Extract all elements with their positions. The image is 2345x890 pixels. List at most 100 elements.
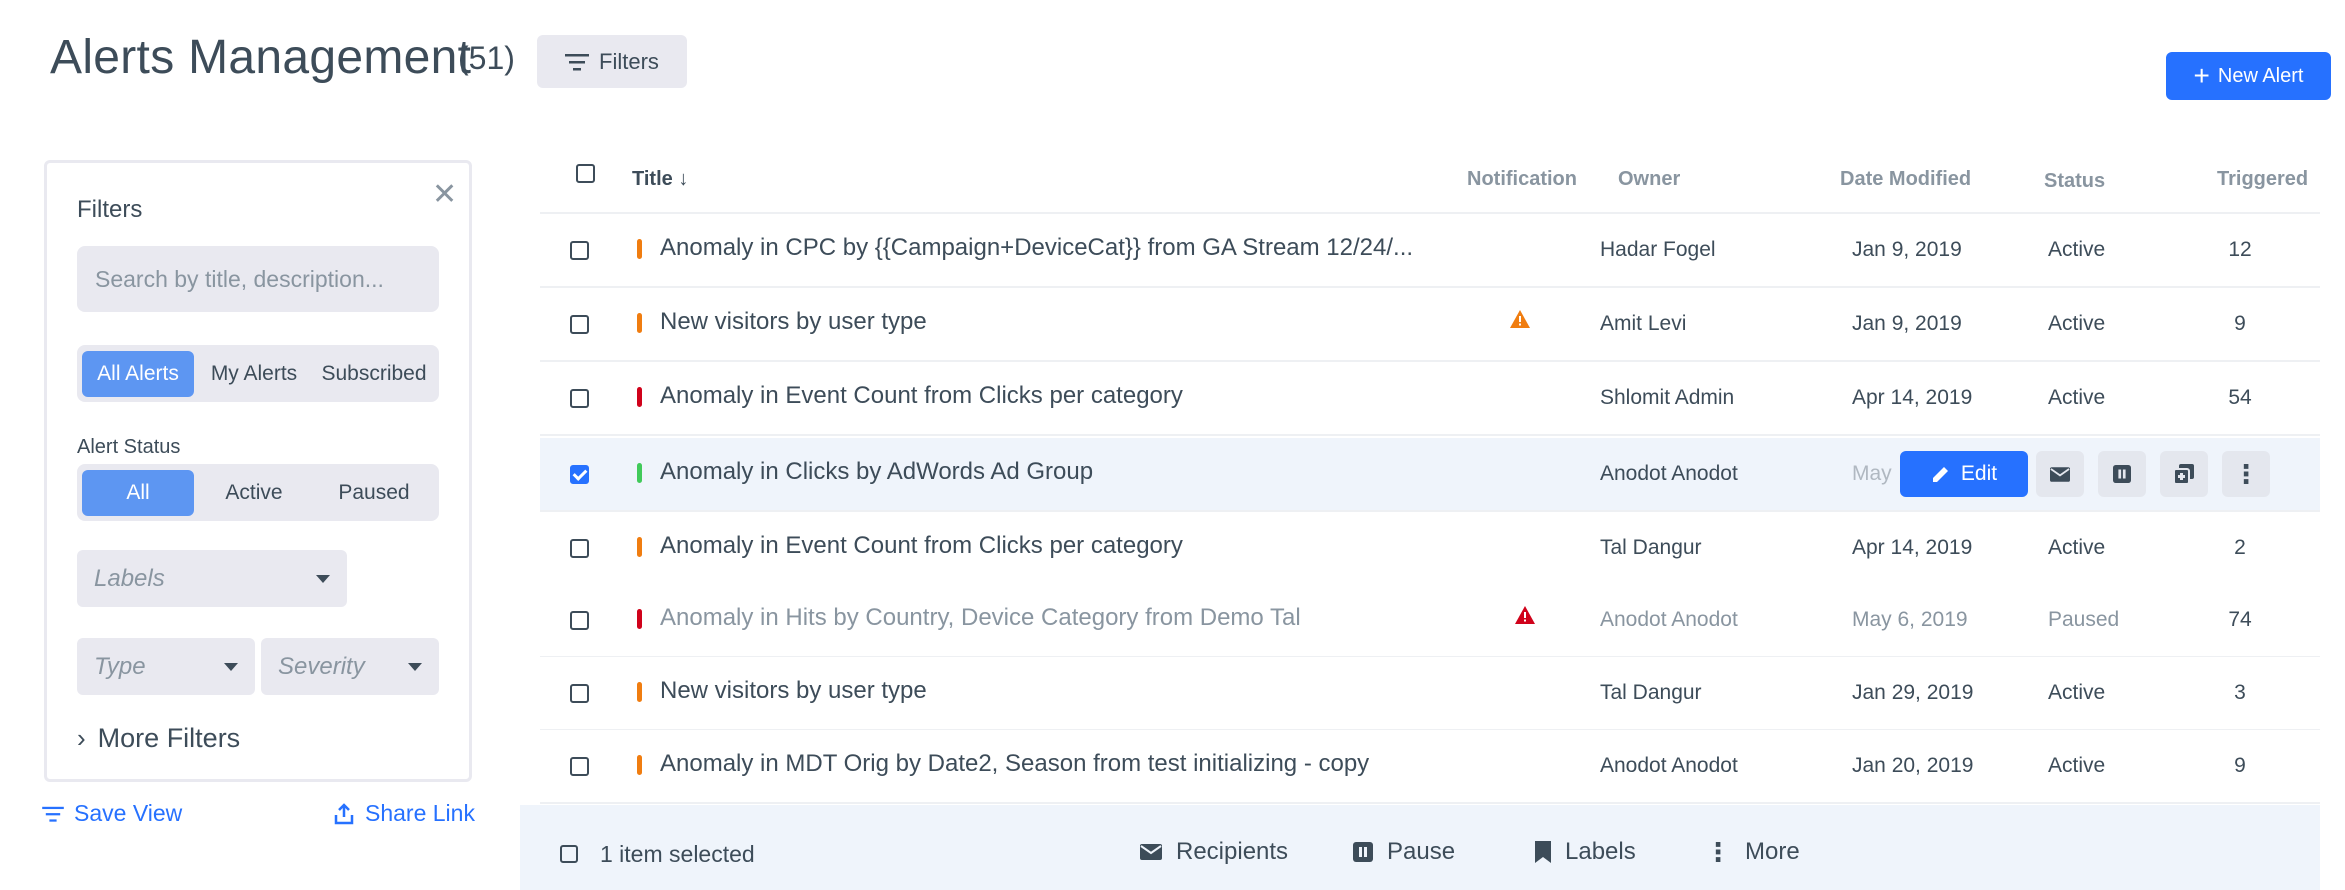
column-header-triggered[interactable]: Triggered bbox=[2217, 168, 2308, 191]
save-view-label: Save View bbox=[74, 800, 183, 826]
pause-label: Pause bbox=[1387, 838, 1456, 865]
recipients-button[interactable] bbox=[2036, 451, 2084, 497]
row-checkbox[interactable] bbox=[570, 757, 589, 776]
alert-triggered-count: 3 bbox=[2234, 681, 2246, 704]
column-header-notification[interactable]: Notification bbox=[1467, 168, 1577, 191]
duplicate-button[interactable] bbox=[2160, 451, 2208, 497]
filter-panel: Filters ✕ All Alerts My Alerts Subscribe… bbox=[44, 160, 472, 782]
severity-indicator bbox=[637, 755, 642, 775]
new-alert-button[interactable]: + New Alert bbox=[2166, 52, 2331, 100]
more-options-button[interactable]: ⋮ bbox=[2222, 451, 2270, 497]
row-checkbox[interactable] bbox=[570, 389, 589, 408]
chevron-down-icon bbox=[224, 662, 238, 671]
close-icon[interactable]: ✕ bbox=[432, 177, 457, 212]
alert-owner: Amit Levi bbox=[1600, 312, 1687, 335]
row-checkbox[interactable] bbox=[570, 611, 589, 630]
alert-triggered-count: 9 bbox=[2234, 312, 2246, 335]
pause-button[interactable] bbox=[2098, 451, 2146, 497]
labels-label: Labels bbox=[1565, 838, 1636, 865]
alert-date-modified: Apr 14, 2019 bbox=[1852, 386, 1973, 409]
chevron-down-icon bbox=[408, 662, 422, 671]
row-checkbox[interactable] bbox=[570, 315, 589, 334]
alert-title[interactable]: Anomaly in Clicks by AdWords Ad Group bbox=[660, 458, 1093, 486]
alert-title[interactable]: Anomaly in CPC by {{Campaign+DeviceCat}}… bbox=[660, 234, 1413, 262]
table-row[interactable]: Anomaly in Clicks by AdWords Ad Group Ano… bbox=[540, 438, 2320, 512]
status-option-all[interactable]: All bbox=[82, 469, 194, 516]
scope-option-subscribed[interactable]: Subscribed bbox=[314, 351, 434, 397]
labels-dropdown-placeholder: Labels bbox=[94, 564, 165, 592]
filter-panel-title: Filters bbox=[77, 196, 143, 223]
save-view-link[interactable]: Save View bbox=[42, 800, 182, 827]
table-header: Title ↓ Notification Owner Date Modified… bbox=[540, 150, 2320, 214]
alert-date-modified: Apr 14, 2019 bbox=[1852, 536, 1973, 559]
select-all-checkbox[interactable] bbox=[576, 164, 595, 183]
selected-count-text: 1 item selected bbox=[600, 841, 755, 867]
table-row[interactable]: New visitors by user type Tal Dangur Jan 2… bbox=[540, 657, 2320, 731]
alert-title[interactable]: Anomaly in Hits by Country, Device Categ… bbox=[660, 604, 1301, 632]
alert-status: Active bbox=[2048, 312, 2106, 335]
bookmark-icon bbox=[1535, 841, 1551, 863]
alert-title[interactable]: New visitors by user type bbox=[660, 677, 927, 705]
share-link-label: Share Link bbox=[365, 800, 475, 826]
search-input[interactable] bbox=[77, 246, 439, 312]
alert-status: Active bbox=[2048, 238, 2106, 261]
severity-indicator bbox=[637, 609, 642, 629]
edit-button[interactable]: Edit bbox=[1900, 451, 2028, 497]
pencil-icon bbox=[1932, 467, 1948, 482]
page-title: Alerts Management bbox=[50, 31, 472, 84]
type-dropdown[interactable]: Type bbox=[77, 638, 255, 695]
table-row[interactable]: Anomaly in Event Count from Clicks per c… bbox=[540, 362, 2320, 436]
row-checkbox[interactable] bbox=[570, 241, 589, 260]
bulk-select-checkbox[interactable] bbox=[560, 845, 578, 863]
labels-dropdown[interactable]: Labels bbox=[77, 550, 347, 607]
filter-icon bbox=[42, 806, 64, 822]
row-checkbox[interactable] bbox=[570, 465, 589, 484]
arrow-down-icon: ↓ bbox=[672, 168, 689, 190]
table-row[interactable]: Anomaly in CPC by {{Campaign+DeviceCat}}… bbox=[540, 214, 2320, 288]
alert-triggered-count: 12 bbox=[2228, 238, 2252, 261]
row-checkbox[interactable] bbox=[570, 684, 589, 703]
alert-owner: Anodot Anodot bbox=[1600, 754, 1738, 777]
table-row[interactable]: Anomaly in Event Count from Clicks per c… bbox=[540, 512, 2320, 586]
column-header-title[interactable]: Title ↓ bbox=[632, 168, 688, 191]
more-action[interactable]: ⋮ More bbox=[1705, 838, 1800, 866]
envelope-icon bbox=[1140, 844, 1162, 860]
labels-action[interactable]: Labels bbox=[1535, 838, 1636, 866]
scope-option-all-alerts[interactable]: All Alerts bbox=[82, 350, 194, 397]
alert-count: (51) bbox=[458, 40, 515, 76]
more-vertical-icon: ⋮ bbox=[1705, 837, 1731, 867]
more-filters-toggle[interactable]: › More Filters bbox=[77, 723, 240, 754]
share-icon bbox=[334, 802, 354, 824]
column-header-owner[interactable]: Owner bbox=[1618, 168, 1680, 191]
table-row[interactable]: Anomaly in MDT Orig by Date2, Season fro… bbox=[540, 730, 2320, 804]
table-row[interactable]: New visitors by user type Amit Levi Jan 9,… bbox=[540, 288, 2320, 362]
alert-title[interactable]: New visitors by user type bbox=[660, 308, 927, 336]
alert-date-modified: Jan 9, 2019 bbox=[1852, 312, 1962, 335]
share-link[interactable]: Share Link bbox=[333, 800, 475, 827]
alert-status: Active bbox=[2048, 536, 2106, 559]
new-alert-label: New Alert bbox=[2217, 64, 2304, 87]
row-checkbox[interactable] bbox=[570, 539, 589, 558]
pause-action[interactable]: Pause bbox=[1353, 838, 1455, 866]
recipients-action[interactable]: Recipients bbox=[1140, 838, 1288, 866]
more-vertical-icon: ⋮ bbox=[2233, 458, 2259, 489]
bulk-action-bar: 1 item selected Recipients Pause Labels … bbox=[520, 805, 2320, 890]
type-dropdown-placeholder: Type bbox=[94, 652, 146, 680]
alert-status: Paused bbox=[2048, 608, 2120, 631]
alert-triggered-count: 54 bbox=[2228, 386, 2252, 409]
severity-dropdown[interactable]: Severity bbox=[261, 638, 439, 695]
severity-dropdown-placeholder: Severity bbox=[278, 652, 365, 680]
column-header-status[interactable]: Status bbox=[2044, 170, 2105, 193]
status-option-paused[interactable]: Paused bbox=[314, 470, 434, 516]
alert-owner: Shlomit Admin bbox=[1600, 386, 1735, 409]
filters-toggle-button[interactable]: Filters bbox=[537, 35, 687, 88]
alert-date-modified: May bbox=[1852, 462, 1892, 485]
scope-option-my-alerts[interactable]: My Alerts bbox=[194, 351, 314, 397]
status-option-active[interactable]: Active bbox=[194, 470, 314, 516]
alert-title[interactable]: Anomaly in MDT Orig by Date2, Season fro… bbox=[660, 750, 1369, 778]
chevron-down-icon bbox=[316, 574, 330, 583]
alert-title[interactable]: Anomaly in Event Count from Clicks per c… bbox=[660, 382, 1183, 410]
table-row[interactable]: Anomaly in Hits by Country, Device Categ… bbox=[540, 584, 2320, 658]
alert-title[interactable]: Anomaly in Event Count from Clicks per c… bbox=[660, 532, 1183, 560]
column-header-date-modified[interactable]: Date Modified bbox=[1840, 168, 1971, 191]
